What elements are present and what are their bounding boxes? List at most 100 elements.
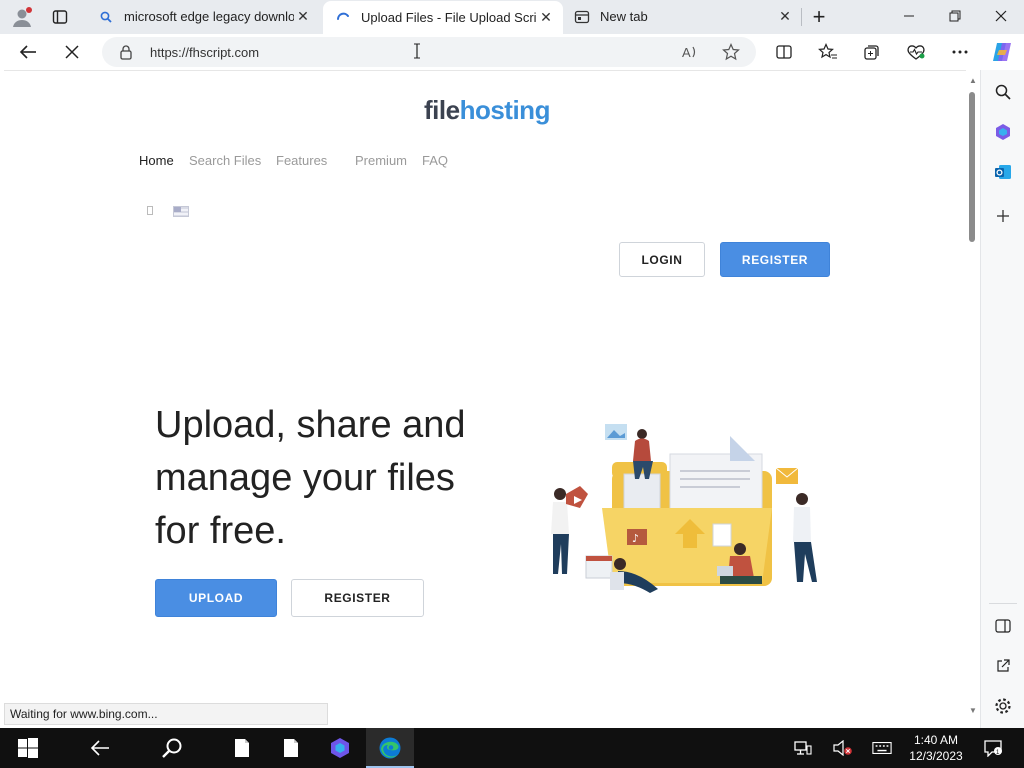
- windows-taskbar: 1:40 AM 12/3/2023 1: [0, 728, 1024, 768]
- hero-heading: Upload, share and manage your files for …: [155, 399, 515, 558]
- back-arrow-icon: [90, 740, 109, 756]
- plus-icon: [997, 210, 1009, 222]
- nav-home[interactable]: Home: [139, 153, 174, 168]
- back-button[interactable]: [13, 38, 43, 66]
- favorite-star-icon[interactable]: [721, 43, 741, 61]
- gear-icon: [995, 698, 1011, 714]
- tab-title: microsoft edge legacy downloa: [124, 9, 294, 24]
- network-icon[interactable]: [793, 739, 813, 757]
- page-scrollbar[interactable]: ▲ ▼: [966, 70, 980, 728]
- status-bar: Waiting for www.bing.com...: [4, 703, 328, 725]
- logo-text-file: file: [424, 95, 460, 125]
- sidebar-settings-button[interactable]: [991, 694, 1015, 718]
- profile-icon: [13, 7, 32, 27]
- back-arrow-icon: [19, 45, 36, 59]
- tab-close-button[interactable]: ✕: [294, 8, 312, 26]
- more-icon: [952, 50, 968, 54]
- login-button[interactable]: LOGIN: [619, 242, 705, 277]
- external-link-icon: [997, 659, 1010, 672]
- notifications-icon[interactable]: 1: [983, 739, 1003, 757]
- hero-line-1: Upload, share and: [155, 404, 466, 446]
- hero-line-3: for free.: [155, 510, 286, 552]
- sidebar-hide-button[interactable]: [991, 614, 1015, 638]
- sidebar-search-button[interactable]: [991, 80, 1015, 104]
- nav-search-files[interactable]: Search Files: [189, 153, 261, 168]
- svg-text:♪: ♪: [632, 532, 639, 545]
- sidebar-divider: [989, 603, 1017, 604]
- collections-button[interactable]: [857, 38, 887, 66]
- favorites-icon: [818, 43, 837, 59]
- browser-essentials-button[interactable]: [901, 38, 931, 66]
- minimize-button[interactable]: [886, 0, 932, 32]
- restore-button[interactable]: [932, 0, 978, 32]
- hero-line-2: manage your files: [155, 457, 455, 499]
- taskbar-clock[interactable]: 1:40 AM 12/3/2023: [900, 732, 972, 764]
- address-bar[interactable]: https://fhscript.com A: [102, 37, 756, 67]
- nav-premium[interactable]: Premium: [355, 153, 407, 168]
- copilot-icon: [993, 43, 1011, 61]
- tab-actions-button[interactable]: [46, 4, 74, 30]
- tab-close-button[interactable]: ✕: [537, 9, 555, 27]
- minimize-icon: [904, 15, 914, 17]
- language-placeholder-icon[interactable]: [147, 206, 153, 215]
- sidebar-add-button[interactable]: [991, 204, 1015, 228]
- clock-date: 12/3/2023: [909, 749, 963, 763]
- profile-button[interactable]: [8, 4, 36, 30]
- hero-register-button[interactable]: REGISTER: [291, 579, 424, 617]
- tab-new-tab[interactable]: New tab ✕: [562, 1, 802, 32]
- stop-loading-button[interactable]: [57, 38, 87, 66]
- url-text[interactable]: https://fhscript.com: [150, 45, 259, 60]
- sidebar-outlook-button[interactable]: [991, 160, 1015, 184]
- split-screen-button[interactable]: [769, 38, 799, 66]
- search-icon: [162, 738, 182, 758]
- new-tab-button[interactable]: +: [805, 4, 833, 30]
- close-window-button[interactable]: [978, 0, 1024, 32]
- restore-icon: [949, 10, 961, 22]
- register-button[interactable]: REGISTER: [720, 242, 830, 277]
- sidebar-copilot-button[interactable]: [991, 120, 1015, 144]
- volume-muted-icon[interactable]: [833, 739, 853, 757]
- nav-features[interactable]: Features: [276, 153, 327, 168]
- sidebar-open-external-button[interactable]: [991, 654, 1015, 678]
- site-logo[interactable]: filehosting: [424, 95, 550, 126]
- tab-separator: [801, 8, 802, 26]
- taskbar-edge-button[interactable]: [366, 728, 414, 768]
- copilot-hex-icon: [331, 738, 349, 758]
- copilot-button[interactable]: [987, 38, 1017, 66]
- tab-close-button[interactable]: ✕: [776, 8, 794, 26]
- scroll-down-arrow[interactable]: ▼: [968, 706, 978, 716]
- scroll-thumb[interactable]: [969, 92, 975, 242]
- keyboard-icon[interactable]: [872, 739, 892, 757]
- stop-icon: [65, 45, 79, 59]
- language-flag-icon[interactable]: [173, 206, 189, 217]
- read-aloud-icon[interactable]: A: [680, 43, 700, 61]
- nav-faq[interactable]: FAQ: [422, 153, 448, 168]
- search-icon: [98, 9, 114, 25]
- close-icon: [995, 10, 1007, 22]
- page-viewport: filehosting Home Search Files Features P…: [4, 70, 966, 728]
- document-icon: [235, 739, 249, 757]
- favorites-button[interactable]: [813, 38, 843, 66]
- taskbar-back-button[interactable]: [76, 728, 124, 768]
- taskbar-file-1[interactable]: [218, 728, 266, 768]
- heart-pulse-icon: [907, 45, 925, 60]
- settings-more-button[interactable]: [945, 38, 975, 66]
- taskbar-app-button[interactable]: [316, 728, 364, 768]
- office-icon: [996, 124, 1010, 140]
- windows-logo-icon: [18, 738, 38, 758]
- taskbar-file-2[interactable]: [267, 728, 315, 768]
- split-screen-icon: [776, 45, 792, 59]
- start-button[interactable]: [4, 728, 52, 768]
- logo-text-hosting: hosting: [459, 95, 551, 125]
- search-icon: [995, 84, 1011, 100]
- lock-icon: [119, 44, 133, 65]
- scroll-up-arrow[interactable]: ▲: [968, 76, 978, 86]
- upload-button[interactable]: UPLOAD: [155, 579, 277, 617]
- document-icon: [284, 739, 298, 757]
- outlook-icon: [995, 165, 1011, 179]
- taskbar-search-button[interactable]: [148, 728, 196, 768]
- tab-search[interactable]: microsoft edge legacy downloa ✕: [86, 1, 320, 32]
- tab-upload-files[interactable]: Upload Files - File Upload Script ✕: [323, 1, 563, 34]
- clock-time: 1:40 AM: [913, 733, 959, 747]
- text-cursor-icon: [413, 43, 421, 64]
